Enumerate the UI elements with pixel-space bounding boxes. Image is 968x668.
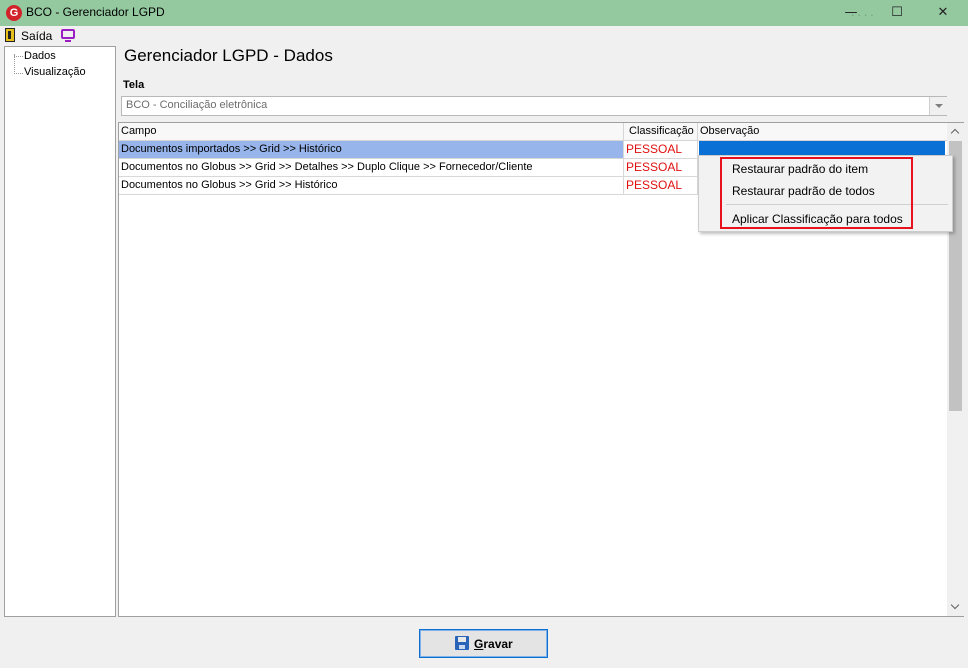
highlight-annotation-box [720,157,913,229]
menu-exit[interactable]: Saída [21,29,52,43]
save-button-label: Gravar [474,637,513,651]
cell-classificacao[interactable]: PESSOAL [626,142,682,156]
cell-classificacao[interactable]: PESSOAL [626,178,682,192]
column-divider [623,141,624,158]
cell-classificacao[interactable]: PESSOAL [626,160,682,174]
navigation-tree [4,46,116,617]
column-divider [623,177,624,194]
tela-select-value: BCO - Conciliação eletrônica [126,99,268,111]
menu-bar [0,26,968,45]
door-exit-icon[interactable] [5,28,15,42]
scroll-down-icon[interactable] [947,599,964,616]
tree-connector [14,56,23,57]
floppy-disk-icon [455,636,469,650]
cell-campo[interactable]: Documentos no Globus >> Grid >> Detalhes… [121,161,533,173]
tree-item-dados[interactable]: Dados [24,50,56,62]
minimize-button[interactable]: — [828,0,874,26]
column-divider [623,159,624,176]
page-title: Gerenciador LGPD - Dados [124,46,333,65]
tree-connector [14,73,23,74]
chevron-down-icon[interactable] [929,97,947,115]
window-title: BCO - Gerenciador LGPD [26,5,165,19]
scroll-up-icon[interactable] [947,123,964,140]
column-divider[interactable] [697,123,698,141]
column-header-classificacao[interactable]: Classificação [629,125,694,137]
close-button[interactable]: ✕ [920,0,966,26]
tree-connector [14,54,15,74]
app-logo-icon: G [6,5,22,21]
tree-item-visualizacao[interactable]: Visualização [24,66,86,78]
column-divider[interactable] [623,123,624,141]
cell-campo[interactable]: Documentos no Globus >> Grid >> Históric… [121,179,337,191]
maximize-button[interactable]: ☐ [874,0,920,26]
tela-label: Tela [123,79,145,91]
cell-campo[interactable]: Documentos importados >> Grid >> Históri… [121,143,342,155]
column-header-observacao[interactable]: Observação [700,125,759,137]
column-header-campo[interactable]: Campo [121,125,156,137]
monitor-icon[interactable] [61,29,75,42]
grid-header [119,123,947,141]
